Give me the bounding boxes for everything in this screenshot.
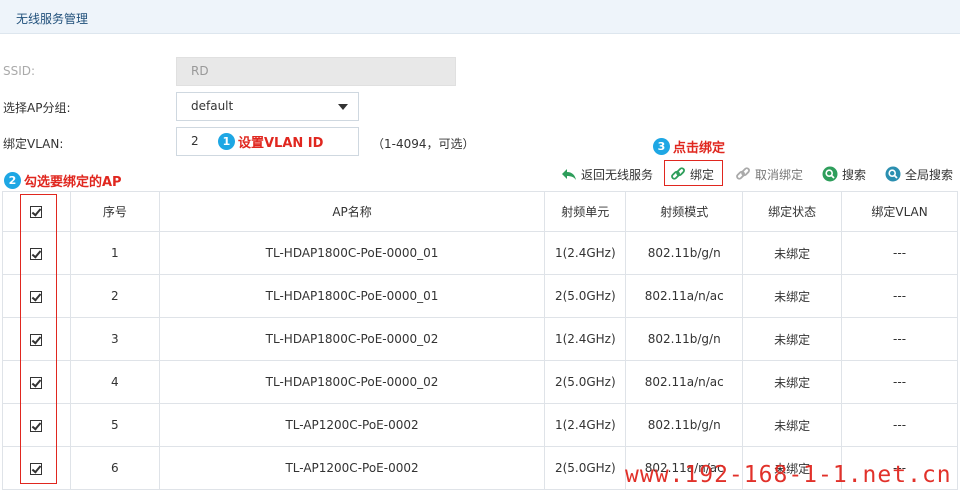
row-checkbox-cell[interactable] — [2, 360, 71, 404]
page-title: 无线服务管理 — [16, 12, 89, 26]
row-ap-name: TL-HDAP1800C-PoE-0000_01 — [158, 231, 546, 275]
row-no: 2 — [69, 274, 160, 318]
row-no: 4 — [69, 360, 160, 404]
row-no: 3 — [69, 317, 160, 361]
table-row[interactable]: 3 TL-HDAP1800C-PoE-0000_02 1(2.4GHz) 802… — [2, 317, 958, 361]
unbind-button[interactable]: 取消绑定 — [735, 165, 803, 183]
row-ap-name: TL-HDAP1800C-PoE-0000_02 — [158, 360, 546, 404]
header-radio: 射频单元 — [544, 191, 627, 232]
ap-group-selected: default — [191, 99, 234, 113]
row-radio: 2(5.0GHz) — [544, 274, 627, 318]
annotation-2-text: 勾选要绑定的AP — [24, 175, 122, 190]
row-ap-name: TL-AP1200C-PoE-0002 — [158, 446, 546, 490]
watermark: www.192-168-1-1.net.cn — [625, 462, 952, 488]
row-checkbox[interactable] — [30, 247, 43, 260]
global-search-icon — [885, 166, 901, 182]
row-radio: 2(5.0GHz) — [544, 446, 627, 490]
row-radio: 1(2.4GHz) — [544, 317, 627, 361]
global-search-label: 全局搜索 — [905, 167, 954, 182]
ap-group-select[interactable]: default — [176, 92, 359, 121]
title-bar: 无线服务管理 — [0, 0, 960, 34]
table-header-row: 序号 AP名称 射频单元 射频模式 绑定状态 绑定VLAN — [2, 191, 958, 232]
row-vlan: --- — [841, 317, 958, 361]
step-number-3: 3 — [653, 138, 670, 155]
search-button[interactable]: 搜索 — [822, 165, 866, 183]
annotation-1-text: 设置VLAN ID — [238, 136, 324, 151]
row-ap-name: TL-HDAP1800C-PoE-0000_01 — [158, 274, 546, 318]
row-status: 未绑定 — [742, 317, 843, 361]
row-checkbox-cell[interactable] — [2, 317, 71, 361]
header-vlan: 绑定VLAN — [841, 191, 958, 232]
row-no: 5 — [69, 403, 160, 447]
row-vlan: --- — [841, 360, 958, 404]
row-status: 未绑定 — [742, 403, 843, 447]
header-status: 绑定状态 — [742, 191, 843, 232]
step-number-1: 1 — [218, 133, 235, 150]
annotation-1: 1 设置VLAN ID — [218, 132, 323, 151]
header-mode: 射频模式 — [625, 191, 744, 232]
select-all-checkbox[interactable] — [30, 206, 43, 218]
select-all-cell[interactable] — [2, 191, 71, 232]
vlan-value: 2 — [191, 134, 199, 148]
row-vlan: --- — [841, 403, 958, 447]
step-number-2: 2 — [4, 172, 21, 189]
row-mode: 802.11a/n/ac — [625, 274, 744, 318]
vlan-label: 绑定VLAN: — [3, 137, 64, 151]
ap-table: 序号 AP名称 射频单元 射频模式 绑定状态 绑定VLAN 1 TL-HDAP1… — [2, 191, 958, 490]
chevron-down-icon — [338, 104, 348, 110]
row-vlan: --- — [841, 231, 958, 275]
row-checkbox-cell[interactable] — [2, 446, 71, 490]
annotation-3: 3 点击绑定 — [653, 137, 725, 156]
row-radio: 1(2.4GHz) — [544, 403, 627, 447]
row-checkbox[interactable] — [30, 290, 43, 303]
global-search-button[interactable]: 全局搜索 — [885, 165, 953, 183]
row-no: 6 — [69, 446, 160, 490]
table-row[interactable]: 1 TL-HDAP1800C-PoE-0000_01 1(2.4GHz) 802… — [2, 231, 958, 275]
row-mode: 802.11a/n/ac — [625, 360, 744, 404]
search-icon — [822, 166, 838, 182]
row-status: 未绑定 — [742, 274, 843, 318]
table-row[interactable]: 2 TL-HDAP1800C-PoE-0000_01 2(5.0GHz) 802… — [2, 274, 958, 318]
ssid-field: RD — [176, 57, 456, 86]
row-checkbox-cell[interactable] — [2, 231, 71, 275]
row-checkbox[interactable] — [30, 462, 43, 475]
bind-highlight-box — [664, 160, 723, 186]
row-ap-name: TL-AP1200C-PoE-0002 — [158, 403, 546, 447]
unlink-icon — [736, 167, 750, 180]
table-row[interactable]: 4 TL-HDAP1800C-PoE-0000_02 2(5.0GHz) 802… — [2, 360, 958, 404]
vlan-hint: （1-4094，可选） — [372, 137, 475, 151]
row-checkbox[interactable] — [30, 376, 43, 389]
row-checkbox-cell[interactable] — [2, 274, 71, 318]
row-status: 未绑定 — [742, 360, 843, 404]
row-checkbox[interactable] — [30, 419, 43, 432]
back-arrow-icon — [562, 169, 576, 180]
row-mode: 802.11b/g/n — [625, 317, 744, 361]
row-no: 1 — [69, 231, 160, 275]
header-no: 序号 — [69, 191, 160, 232]
row-mode: 802.11b/g/n — [625, 231, 744, 275]
annotation-3-text: 点击绑定 — [673, 141, 726, 156]
row-ap-name: TL-HDAP1800C-PoE-0000_02 — [158, 317, 546, 361]
ssid-label: SSID: — [3, 64, 36, 78]
unbind-label: 取消绑定 — [755, 167, 804, 182]
header-ap-name: AP名称 — [158, 191, 546, 232]
table-row[interactable]: 5 TL-AP1200C-PoE-0002 1(2.4GHz) 802.11b/… — [2, 403, 958, 447]
back-to-wireless-button[interactable]: 返回无线服务 — [561, 165, 653, 183]
row-checkbox-cell[interactable] — [2, 403, 71, 447]
row-checkbox[interactable] — [30, 333, 43, 346]
back-to-wireless-label: 返回无线服务 — [581, 167, 654, 182]
search-label: 搜索 — [842, 167, 867, 182]
row-mode: 802.11b/g/n — [625, 403, 744, 447]
ap-group-label: 选择AP分组: — [3, 101, 71, 115]
row-status: 未绑定 — [742, 231, 843, 275]
row-radio: 1(2.4GHz) — [544, 231, 627, 275]
row-vlan: --- — [841, 274, 958, 318]
annotation-2: 2 勾选要绑定的AP — [4, 171, 122, 190]
row-radio: 2(5.0GHz) — [544, 360, 627, 404]
